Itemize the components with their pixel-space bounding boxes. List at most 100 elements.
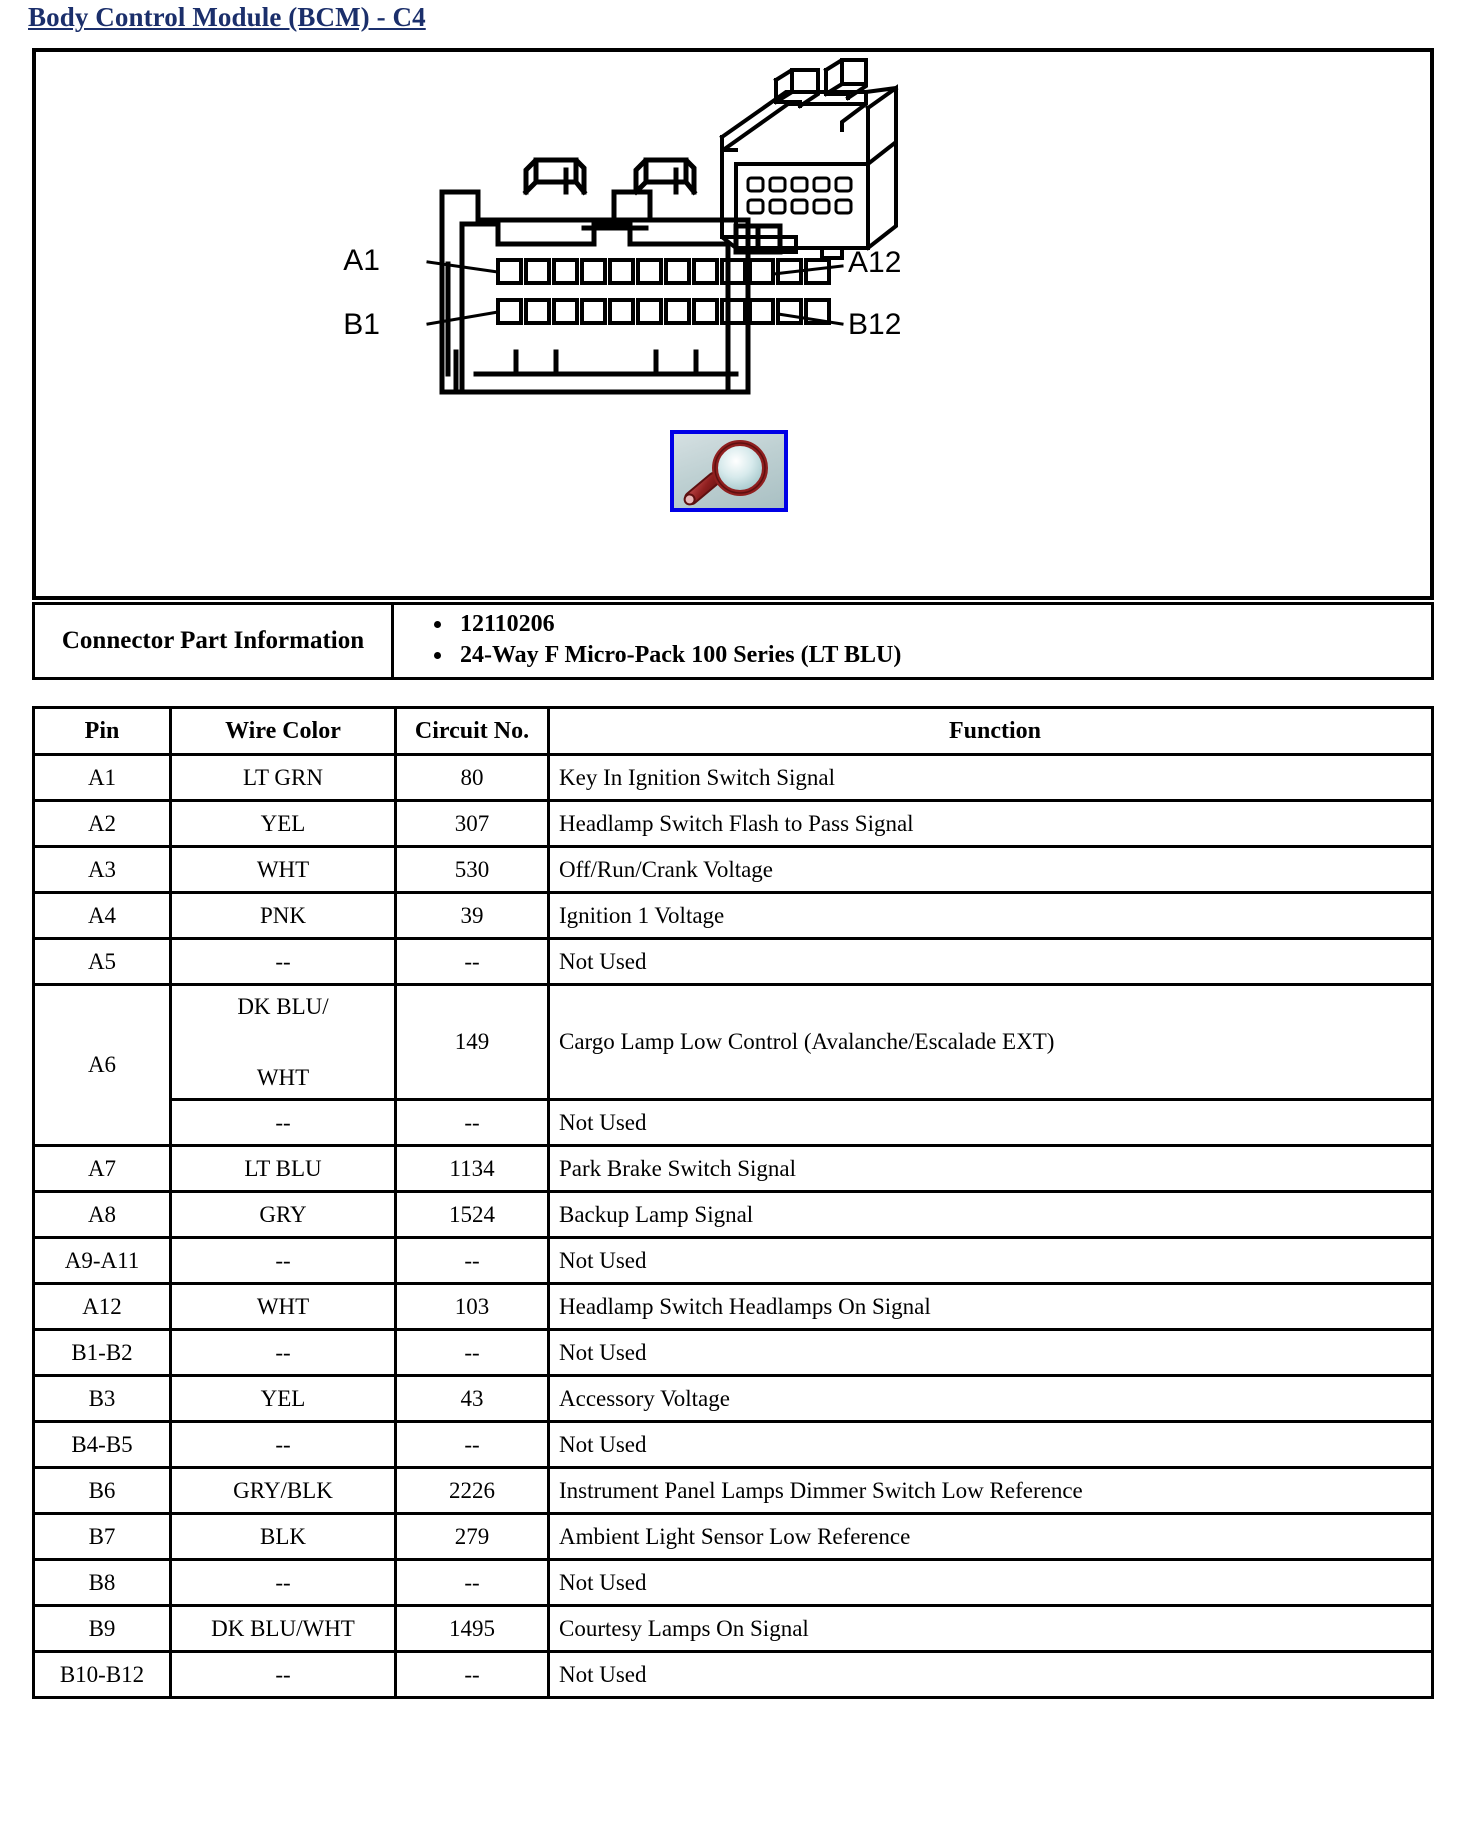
cell-wire: -- <box>169 1098 397 1147</box>
cell-function: Courtesy Lamps On Signal <box>547 1604 1434 1653</box>
label-a12: A12 <box>848 246 901 279</box>
cell-circuit: -- <box>394 1328 550 1377</box>
cell-pin: B4-B5 <box>32 1420 172 1469</box>
cell-circuit: -- <box>394 937 550 986</box>
cell-wire: -- <box>169 937 397 986</box>
table-row: A6 DK BLU/ WHT 149 Cargo Lamp Low Contro… <box>32 983 1434 1147</box>
cell-wire: DK BLU/ WHT <box>169 983 397 1101</box>
cell-function: Ambient Light Sensor Low Reference <box>547 1512 1434 1561</box>
wire-color-stack: DK BLU/ WHT <box>172 986 394 1098</box>
table-row: A9-A11 -- -- Not Used <box>32 1236 1434 1285</box>
table-row: A4 PNK 39 Ignition 1 Voltage <box>32 891 1434 940</box>
cell-circuit: 2226 <box>394 1466 550 1515</box>
cell-pin: A5 <box>32 937 172 986</box>
magnifier-icon <box>683 440 768 506</box>
table-row: B1-B2 -- -- Not Used <box>32 1328 1434 1377</box>
cell-function: Not Used <box>547 1328 1434 1377</box>
cell-wire: BLK <box>169 1512 397 1561</box>
cell-pin: A1 <box>32 753 172 802</box>
header-function: Function <box>547 706 1434 756</box>
pin-assignment-table: Pin Wire Color Circuit No. Function A1 L… <box>32 706 1434 1699</box>
wire-line-2: WHT <box>256 1064 310 1090</box>
table-row: B6 GRY/BLK 2226 Instrument Panel Lamps D… <box>32 1466 1434 1515</box>
cell-wire: YEL <box>169 1374 397 1423</box>
cell-circuit: 39 <box>394 891 550 940</box>
table-row: -- -- Not Used <box>34 1098 1434 1147</box>
connector-part-information-values: 12110206 24-Way F Micro-Pack 100 Series … <box>391 602 1434 680</box>
cell-circuit: 103 <box>394 1282 550 1331</box>
table-row: B8 -- -- Not Used <box>32 1558 1434 1607</box>
cell-pin: A7 <box>32 1144 172 1193</box>
connector-part-information-table: Connector Part Information 12110206 24-W… <box>32 602 1434 680</box>
cell-pin: A8 <box>32 1190 172 1239</box>
connector-part-information-label: Connector Part Information <box>32 602 394 680</box>
cell-wire: DK BLU/WHT <box>169 1604 397 1653</box>
cell-function: Not Used <box>547 937 1434 986</box>
cell-pin-merged: A6 <box>32 983 172 1147</box>
cell-pin: A4 <box>32 891 172 940</box>
cell-pin: B1-B2 <box>32 1328 172 1377</box>
header-pin: Pin <box>32 706 172 756</box>
table-row: A3 WHT 530 Off/Run/Crank Voltage <box>32 845 1434 894</box>
cell-function: Park Brake Switch Signal <box>547 1144 1434 1193</box>
magnifier-zoom-button[interactable] <box>670 430 788 512</box>
cell-circuit: 307 <box>394 799 550 848</box>
header-circuit-no: Circuit No. <box>394 706 550 756</box>
cell-wire: -- <box>169 1328 397 1377</box>
label-b12: B12 <box>848 308 901 341</box>
cell-circuit: 1495 <box>394 1604 550 1653</box>
connector-illustration: A1 B1 A12 B12 <box>36 52 1430 596</box>
cell-function: Not Used <box>547 1236 1434 1285</box>
cell-pin: B6 <box>32 1466 172 1515</box>
table-row: B3 YEL 43 Accessory Voltage <box>32 1374 1434 1423</box>
cell-function: Not Used <box>547 1650 1434 1699</box>
cell-circuit: 530 <box>394 845 550 894</box>
cell-wire: -- <box>169 1236 397 1285</box>
cell-wire: WHT <box>169 845 397 894</box>
list-item: 24-Way F Micro-Pack 100 Series (LT BLU) <box>454 640 1431 671</box>
cell-wire: LT GRN <box>169 753 397 802</box>
part-info-list: 12110206 24-Way F Micro-Pack 100 Series … <box>394 609 1431 670</box>
cell-circuit: -- <box>394 1098 550 1147</box>
cell-wire: LT BLU <box>169 1144 397 1193</box>
table-row: A12 WHT 103 Headlamp Switch Headlamps On… <box>32 1282 1434 1331</box>
cell-function: Instrument Panel Lamps Dimmer Switch Low… <box>547 1466 1434 1515</box>
table-row: A2 YEL 307 Headlamp Switch Flash to Pass… <box>32 799 1434 848</box>
cell-pin: B8 <box>32 1558 172 1607</box>
table-row: A5 -- -- Not Used <box>32 937 1434 986</box>
cell-circuit: 1524 <box>394 1190 550 1239</box>
cell-wire: GRY/BLK <box>169 1466 397 1515</box>
table-header-row: Pin Wire Color Circuit No. Function <box>32 706 1434 756</box>
cell-circuit: 149 <box>394 983 550 1101</box>
cell-circuit: 43 <box>394 1374 550 1423</box>
cell-pin: B9 <box>32 1604 172 1653</box>
cell-wire: -- <box>169 1420 397 1469</box>
cell-function: Ignition 1 Voltage <box>547 891 1434 940</box>
cell-wire: WHT <box>169 1282 397 1331</box>
table-row: A1 LT GRN 80 Key In Ignition Switch Sign… <box>32 753 1434 802</box>
cell-pin: A2 <box>32 799 172 848</box>
cell-function: Accessory Voltage <box>547 1374 1434 1423</box>
cell-circuit: -- <box>394 1558 550 1607</box>
cell-function: Key In Ignition Switch Signal <box>547 753 1434 802</box>
list-item: 12110206 <box>454 609 1431 640</box>
cell-function: Off/Run/Crank Voltage <box>547 845 1434 894</box>
cell-pin: A12 <box>32 1282 172 1331</box>
cell-circuit: -- <box>394 1420 550 1469</box>
connector-front-face <box>439 157 751 395</box>
table-row: B7 BLK 279 Ambient Light Sensor Low Refe… <box>32 1512 1434 1561</box>
cell-wire: PNK <box>169 891 397 940</box>
label-b1: B1 <box>343 308 380 341</box>
cell-circuit: 1134 <box>394 1144 550 1193</box>
cell-function: Cargo Lamp Low Control (Avalanche/Escala… <box>547 983 1434 1101</box>
cell-wire: GRY <box>169 1190 397 1239</box>
page-title: Body Control Module (BCM) - C4 <box>28 2 426 32</box>
table-row: Connector Part Information 12110206 24-W… <box>32 602 1434 680</box>
cell-function: Not Used <box>547 1558 1434 1607</box>
cell-function: Not Used <box>547 1420 1434 1469</box>
table-row: A8 GRY 1524 Backup Lamp Signal <box>32 1190 1434 1239</box>
cell-function: Headlamp Switch Flash to Pass Signal <box>547 799 1434 848</box>
table-row: A7 LT BLU 1134 Park Brake Switch Signal <box>32 1144 1434 1193</box>
cell-pin: B3 <box>32 1374 172 1423</box>
table-row: B9 DK BLU/WHT 1495 Courtesy Lamps On Sig… <box>32 1604 1434 1653</box>
